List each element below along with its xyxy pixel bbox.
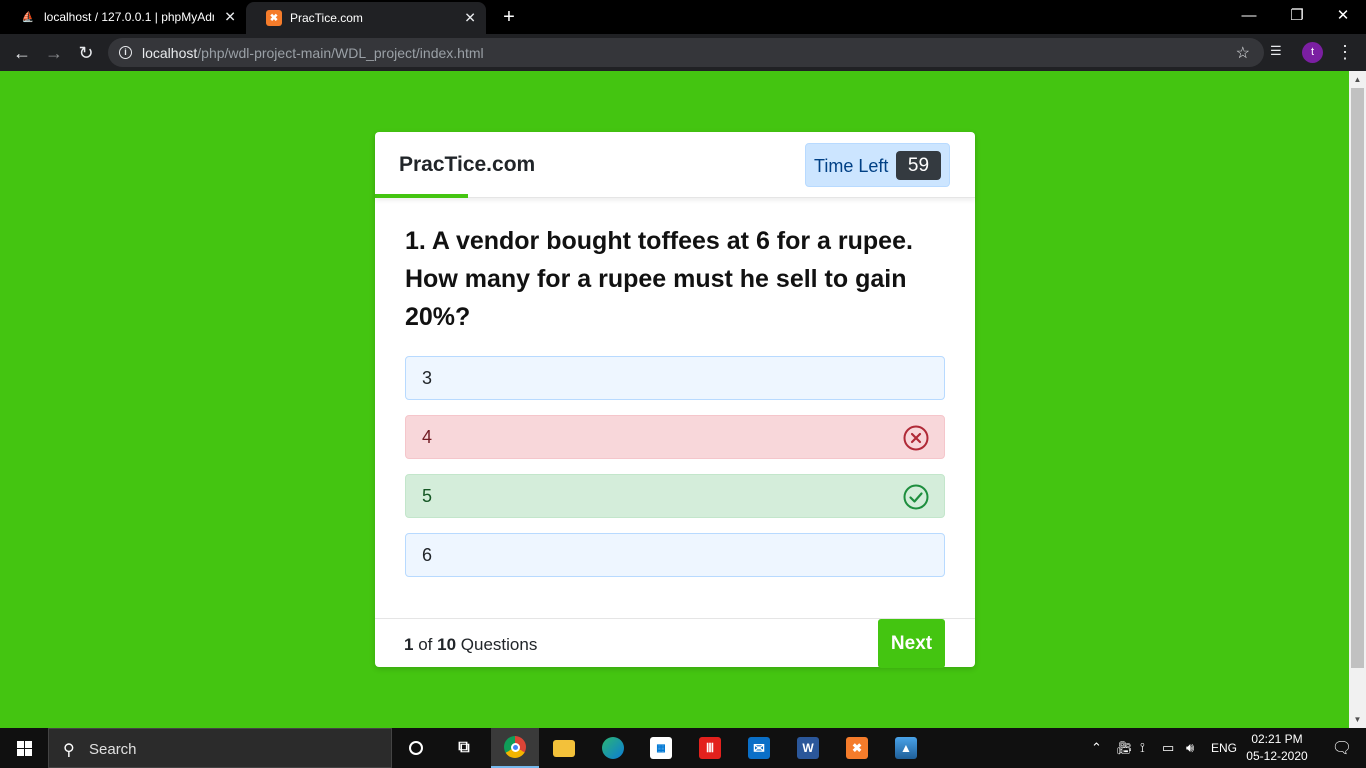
office-icon[interactable]: Ⅲ	[686, 728, 734, 768]
xampp-icon[interactable]: ✖	[833, 728, 881, 768]
quiz-footer: 1 of 10 Questions Next	[375, 618, 975, 668]
system-clock[interactable]: 02:21 PM 05-12-2020	[1244, 731, 1310, 765]
cortana-icon[interactable]	[392, 728, 440, 768]
timer-box: Time Left 59	[805, 143, 950, 187]
next-button[interactable]: Next	[878, 619, 945, 668]
window-restore-button[interactable]: ❐	[1274, 4, 1320, 28]
close-tab-icon[interactable]: ✕	[224, 9, 236, 26]
wrong-cross-icon	[903, 425, 929, 451]
store-icon[interactable]: ▦	[637, 728, 685, 768]
counter-of: of	[418, 635, 433, 654]
profile-avatar[interactable]: t	[1302, 42, 1323, 63]
window-minimize-button[interactable]: —	[1226, 4, 1272, 28]
word-icon[interactable]: W	[784, 728, 832, 768]
notification-icon[interactable]: 🗨︎	[1318, 728, 1366, 768]
answer-option-correct[interactable]: 5	[405, 474, 945, 518]
windows-taskbar: ⚲ Search ⧉ ▦ Ⅲ ✉ W ✖ ▲ ⌃ 🎥︎ ⟟ ▭ 🔊︎ ENG 0…	[0, 728, 1366, 768]
scrollbar-thumb[interactable]	[1351, 88, 1364, 668]
scroll-up-icon[interactable]: ▲	[1349, 71, 1366, 88]
question-text: 1. A vendor bought toffees at 6 for a ru…	[405, 227, 913, 331]
close-tab-icon[interactable]: ✕	[464, 10, 476, 27]
bookmark-star-icon[interactable]: ☆	[1236, 43, 1250, 63]
chrome-icon[interactable]	[491, 728, 539, 768]
media-control-icon[interactable]: ☰	[1270, 43, 1288, 61]
clock-date: 05-12-2020	[1246, 749, 1308, 763]
xampp-icon: ✖	[266, 10, 282, 26]
browser-tab-phpmyadmin[interactable]: ⛵ localhost / 127.0.0.1 | phpMyAdmin ✕	[0, 0, 246, 34]
option-label: 5	[422, 486, 433, 506]
battery-icon[interactable]: ▭	[1162, 728, 1174, 768]
url-host: localhost	[142, 45, 198, 61]
browser-tab-practice[interactable]: ✖ PracTice.com ✕	[246, 2, 486, 34]
browser-menu-icon[interactable]: ⋮	[1336, 40, 1354, 64]
counter-label: Questions	[460, 635, 538, 654]
site-brand: PracTice.com	[399, 153, 536, 176]
taskbar-search-box[interactable]: ⚲ Search	[48, 728, 392, 768]
tab-title: PracTice.com	[290, 11, 363, 25]
task-view-icon[interactable]: ⧉	[440, 728, 488, 768]
tab-title: localhost / 127.0.0.1 | phpMyAdmin	[44, 10, 214, 24]
meet-now-icon[interactable]: 🎥︎	[1116, 728, 1133, 768]
option-label: 3	[422, 368, 433, 388]
timer-value: 59	[896, 151, 941, 180]
browser-tab-strip: ⛵ localhost / 127.0.0.1 | phpMyAdmin ✕ ✖…	[0, 0, 1366, 34]
file-explorer-icon[interactable]	[540, 728, 588, 768]
option-label: 4	[422, 427, 433, 447]
photos-icon[interactable]: ▲	[882, 728, 930, 768]
network-icon[interactable]: ⟟	[1140, 728, 1145, 768]
phpmyadmin-icon: ⛵	[21, 11, 35, 23]
windows-logo-icon	[17, 741, 32, 756]
answer-option[interactable]: 6	[405, 533, 945, 577]
answer-option[interactable]: 3	[405, 356, 945, 400]
window-close-button[interactable]: ✕	[1320, 4, 1366, 28]
new-tab-button[interactable]: +	[498, 6, 520, 28]
page-scrollbar[interactable]: ▲ ▼	[1349, 71, 1366, 728]
question-counter: 1 of 10 Questions	[404, 635, 537, 655]
volume-icon[interactable]: 🔊︎	[1186, 728, 1194, 768]
correct-check-icon	[903, 484, 929, 510]
search-icon: ⚲	[63, 742, 75, 759]
total-questions-number: 10	[437, 635, 457, 654]
tray-chevron-icon[interactable]: ⌃	[1091, 728, 1102, 768]
reload-icon[interactable]: ↻	[73, 40, 99, 66]
back-arrow-icon[interactable]: ←	[9, 40, 35, 66]
answer-option-wrong[interactable]: 4	[405, 415, 945, 459]
clock-time: 02:21 PM	[1251, 732, 1303, 746]
info-icon[interactable]: i	[119, 46, 132, 59]
quiz-card: PracTice.com Time Left 59 1. A vendor bo…	[375, 132, 975, 668]
url-text[interactable]: localhost/php/wdl-project-main/WDL_proje…	[142, 45, 484, 61]
language-indicator[interactable]: ENG	[1211, 728, 1237, 768]
browser-toolbar: ← → ↻ i localhost/php/wdl-project-main/W…	[0, 34, 1366, 71]
forward-arrow-icon[interactable]: →	[41, 40, 67, 66]
address-bar[interactable]: i localhost/php/wdl-project-main/WDL_pro…	[108, 38, 1264, 67]
time-progress-line	[375, 194, 468, 198]
option-label: 6	[422, 545, 433, 565]
current-question-number: 1	[404, 635, 414, 654]
search-label: Search	[89, 741, 137, 758]
edge-icon[interactable]	[589, 728, 637, 768]
start-button[interactable]	[0, 728, 48, 768]
mail-icon[interactable]: ✉	[735, 728, 783, 768]
url-path: /php/wdl-project-main/WDL_project/index.…	[197, 45, 484, 61]
quiz-header: PracTice.com Time Left 59	[375, 132, 975, 198]
scroll-down-icon[interactable]: ▼	[1349, 711, 1366, 728]
timer-label: Time Left	[814, 156, 889, 176]
